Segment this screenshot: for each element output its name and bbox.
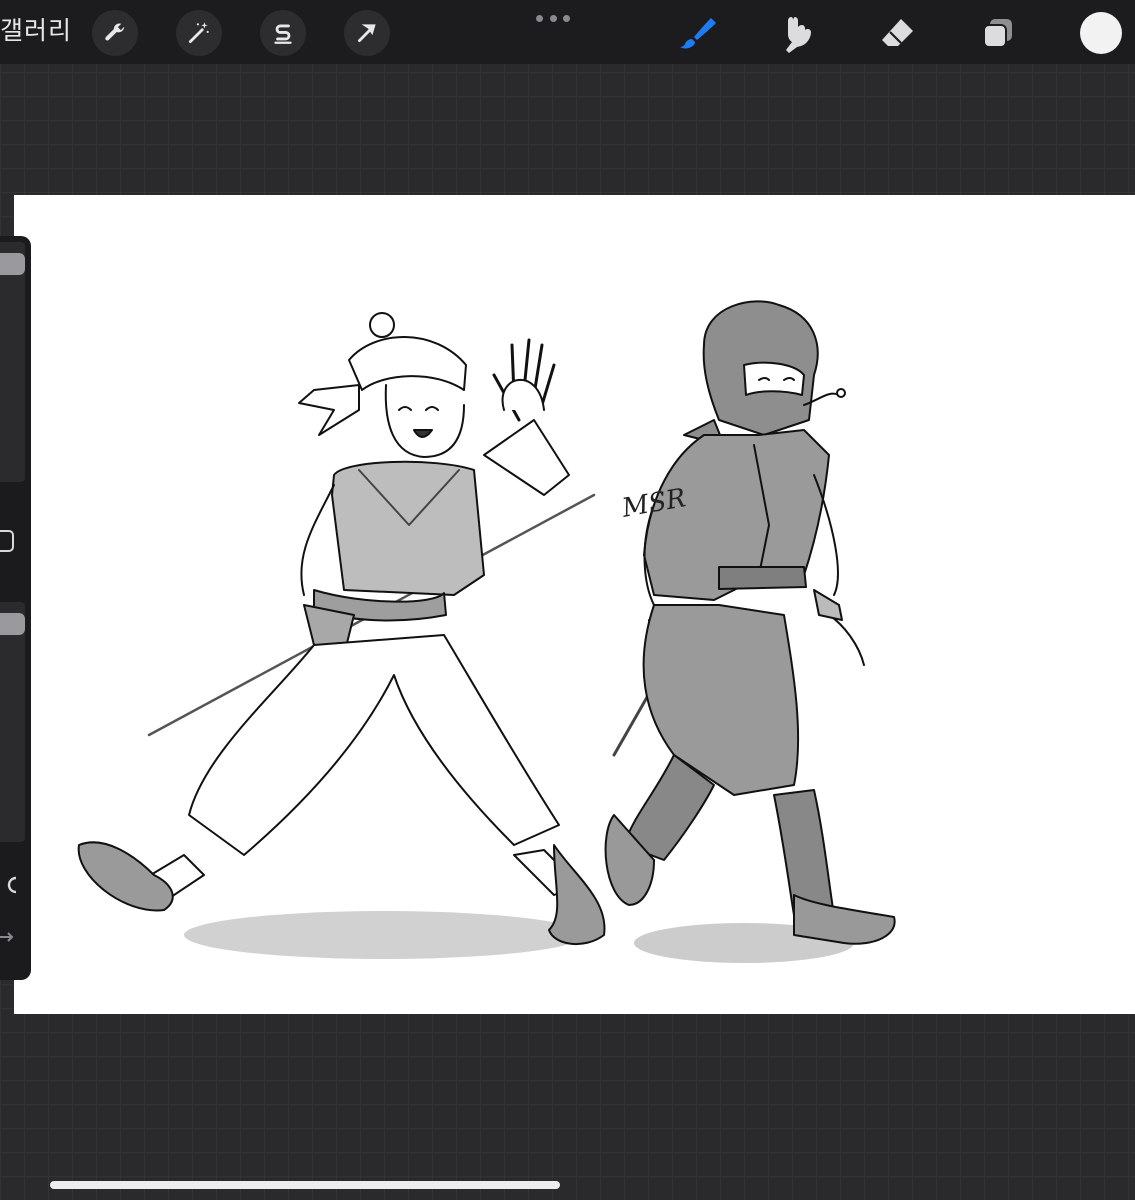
brush-size-handle[interactable] bbox=[0, 253, 25, 275]
opacity-slider[interactable] bbox=[0, 602, 25, 842]
redo-button[interactable] bbox=[0, 926, 16, 948]
smudge-icon bbox=[786, 17, 811, 53]
undo-button[interactable] bbox=[0, 874, 17, 896]
wrench-icon bbox=[105, 23, 125, 41]
gallery-button[interactable]: 갤러리 bbox=[0, 14, 72, 48]
layers-tool-button[interactable] bbox=[973, 8, 1023, 58]
selection-button[interactable] bbox=[260, 10, 306, 56]
brush-tool-button[interactable] bbox=[672, 8, 722, 58]
smudge-tool-button[interactable] bbox=[772, 8, 822, 58]
brush-icon bbox=[680, 18, 716, 49]
eraser-icon bbox=[882, 19, 913, 46]
magic-wand-icon bbox=[188, 22, 209, 44]
artwork-illustration: MSR bbox=[77, 300, 896, 963]
color-picker-button[interactable] bbox=[1080, 12, 1122, 54]
opacity-handle[interactable] bbox=[0, 613, 25, 635]
transform-button[interactable] bbox=[344, 10, 390, 56]
selection-s-icon bbox=[274, 24, 292, 44]
actions-button[interactable] bbox=[92, 10, 138, 56]
adjustments-button[interactable] bbox=[176, 10, 222, 56]
redo-icon bbox=[0, 932, 14, 942]
eraser-tool-button[interactable] bbox=[872, 8, 922, 58]
modify-button[interactable] bbox=[0, 530, 14, 552]
character-right bbox=[604, 300, 896, 945]
drawing-canvas[interactable]: MSR bbox=[14, 195, 1135, 1014]
brush-size-slider[interactable] bbox=[0, 242, 25, 482]
top-toolbar: 갤러리 bbox=[0, 0, 1135, 64]
home-indicator[interactable] bbox=[50, 1181, 560, 1189]
undo-icon bbox=[7, 876, 17, 894]
shadow-left bbox=[184, 911, 584, 959]
left-sidebar bbox=[0, 236, 31, 980]
arrow-cursor-icon bbox=[358, 24, 376, 42]
character-left bbox=[77, 312, 606, 946]
ellipsis-icon[interactable] bbox=[536, 12, 570, 24]
layers-icon bbox=[983, 19, 1012, 48]
